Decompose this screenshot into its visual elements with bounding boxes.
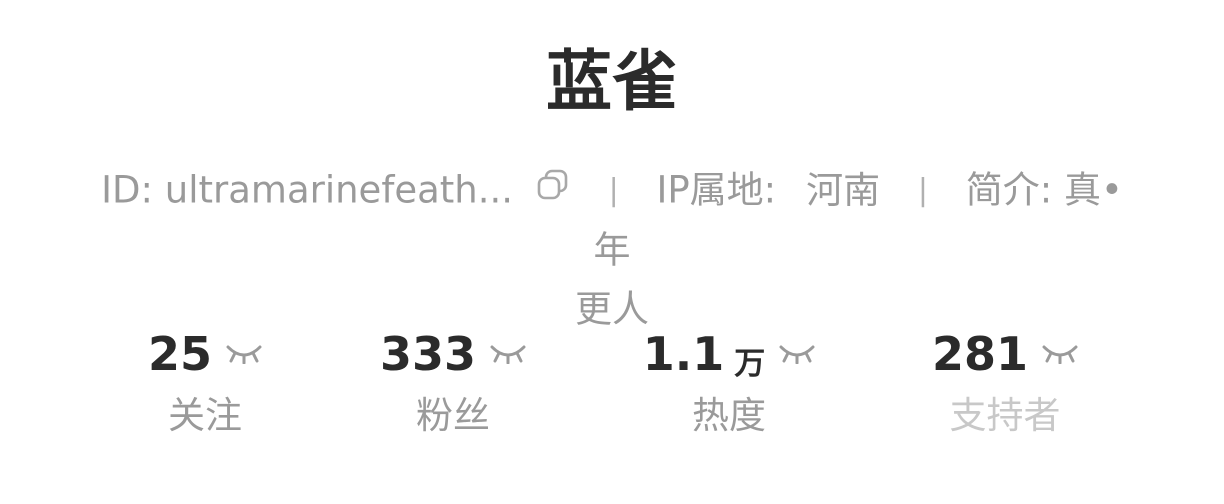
- stat-label: 关注: [168, 394, 242, 437]
- stat-value-row: 281: [875, 326, 1135, 382]
- stat-label: 粉丝: [416, 394, 490, 437]
- stat-value-row: 25: [75, 326, 335, 382]
- closed-eye-icon: [490, 342, 526, 368]
- stat-popularity[interactable]: 1.1 万 热度: [599, 326, 859, 444]
- profile-header: 蓝雀 ID: ultramarinefeath... | IP属地: 河南 | 简…: [0, 0, 1224, 504]
- closed-eye-icon: [779, 342, 815, 368]
- id-value[interactable]: ultramarinefeath...: [165, 169, 513, 212]
- bio-text-line2: 更人: [575, 287, 649, 331]
- profile-name: 蓝雀: [546, 43, 678, 120]
- stat-value: 25: [147, 327, 212, 381]
- stat-supporters[interactable]: 281 支持者: [875, 326, 1135, 444]
- stat-value: 1.1: [642, 327, 725, 381]
- stats-row: 25 关注 333 粉丝 1.1 万 热度 281 支持者: [0, 326, 1224, 456]
- ip-value: 河南: [806, 168, 881, 212]
- copy-icon[interactable]: [535, 162, 571, 220]
- stat-unit: 万: [734, 345, 766, 382]
- id-label: ID:: [101, 168, 165, 212]
- stat-following[interactable]: 25 关注: [75, 326, 335, 444]
- bio-label: 简介:: [965, 168, 1065, 212]
- profile-meta: ID: ultramarinefeath... | IP属地: 河南 | 简介: …: [90, 160, 1134, 339]
- stat-followers[interactable]: 333 粉丝: [323, 326, 583, 444]
- meta-separator: |: [917, 172, 929, 208]
- meta-separator: |: [608, 172, 619, 208]
- stat-value-row: 333: [323, 326, 583, 382]
- stat-value-row: 1.1 万: [599, 326, 859, 382]
- stat-label: 支持者: [949, 394, 1061, 437]
- stat-label: 热度: [692, 394, 766, 437]
- stat-value: 281: [931, 327, 1029, 381]
- ip-label: IP属地:: [656, 168, 777, 212]
- closed-eye-icon: [226, 342, 262, 368]
- stat-value: 333: [379, 327, 477, 381]
- closed-eye-icon: [1042, 342, 1078, 368]
